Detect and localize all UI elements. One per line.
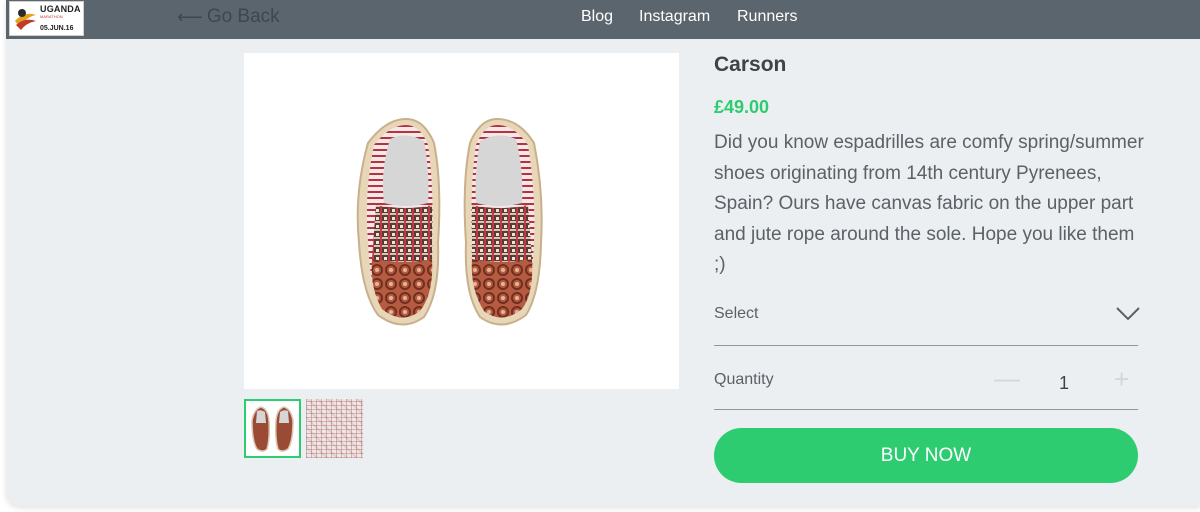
logo-date: 05.JUN.16 [40,25,74,32]
quantity-label: Quantity [714,371,774,388]
logo-subtitle: MARATHON [40,14,63,19]
product-main-image [244,53,679,389]
nav-link-instagram[interactable]: Instagram [639,8,710,26]
nav-link-runners[interactable]: Runners [737,8,797,26]
product-title: Carson [714,53,787,76]
go-back-link[interactable]: ⟵ Go Back [177,6,280,28]
chevron-down-icon [1116,307,1140,321]
product-description: Did you know espadrilles are comfy sprin… [714,132,1144,275]
right-shoe [463,117,543,326]
espadrilles-image [356,117,543,326]
marathon-logo-mark [15,9,36,30]
quantity-increase-button[interactable]: + [1114,364,1129,395]
buy-now-button[interactable]: BUY NOW [714,428,1138,483]
variant-select-label: Select [714,305,759,322]
logo[interactable]: UGANDA MARATHON 05.JUN.16 [9,1,84,36]
thumbnail-shoes[interactable] [244,399,301,458]
app-frame: UGANDA MARATHON 05.JUN.16 ⟵ Go Back Blog… [6,0,1200,506]
quantity-stepper: Quantity — 1 + [714,361,1138,410]
left-shoe [356,117,441,326]
top-navbar: UGANDA MARATHON 05.JUN.16 ⟵ Go Back Blog… [6,0,1200,39]
thumbnail-shoes-image [246,401,299,456]
quantity-decrease-button[interactable]: — [994,363,1020,394]
thumbnail-fabric[interactable] [306,399,363,458]
go-back-label: Go Back [206,6,280,27]
variant-select[interactable]: Select [714,297,1140,346]
quantity-value[interactable]: 1 [1059,373,1069,394]
logo-title: UGANDA [40,4,81,14]
nav-link-blog[interactable]: Blog [581,8,613,26]
product-price: £49.00 [714,97,770,117]
arrow-left-icon: ⟵ [177,6,203,27]
